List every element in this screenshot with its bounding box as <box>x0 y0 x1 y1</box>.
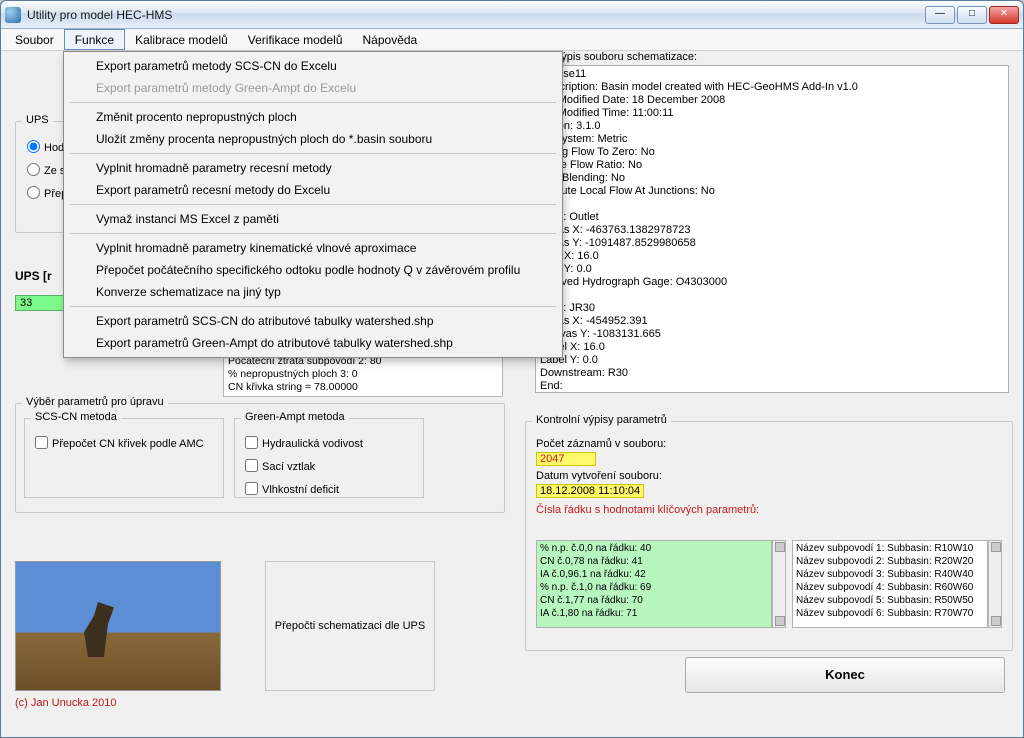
app-window: Utility pro model HEC-HMS — □ ✕ Soubor F… <box>0 0 1024 738</box>
end-button[interactable]: Konec <box>685 657 1005 693</box>
list-item[interactable]: Název subpovodí 2: Subbasin: R20W20 <box>796 555 984 568</box>
menu-separator <box>70 233 556 234</box>
recalc-button[interactable]: Přepočti schematizaci dle UPS <box>265 561 435 691</box>
menubar: Soubor Funkce Kalibrace modelů Verifikac… <box>1 29 1023 51</box>
menu-separator <box>70 153 556 154</box>
close-button[interactable]: ✕ <box>989 6 1019 24</box>
app-icon <box>5 7 21 23</box>
menu-kalibrace[interactable]: Kalibrace modelů <box>125 29 238 50</box>
copyright-label: (c) Jan Unucka 2010 <box>15 697 117 709</box>
key-params-list[interactable]: % n.p. č.0,0 na řádku: 40CN č.0,78 na řá… <box>536 540 772 628</box>
scs-cn-subgroup: SCS-CN metoda Přepočet CN křivek podle A… <box>24 418 224 498</box>
menu-dropdown-item[interactable]: Uložit změny procenta nepropustných ploc… <box>66 128 560 150</box>
key-params-scrollbar[interactable] <box>772 540 786 628</box>
list-item[interactable]: IA č.0,96.1 na řádku: 42 <box>540 568 768 581</box>
control-output-group: Kontrolní výpisy parametrů Počet záznamů… <box>525 421 1013 651</box>
subbasin-scrollbar[interactable] <box>988 540 1002 628</box>
window-title: Utility pro model HEC-HMS <box>27 8 925 22</box>
menu-dropdown-item: Export parametrů metody Green-Ampt do Ex… <box>66 77 560 99</box>
file-date: 18.12.2008 11:10:04 <box>536 484 644 498</box>
list-item[interactable]: CN č.0,78 na řádku: 41 <box>540 555 768 568</box>
list-item[interactable]: Název subpovodí 5: Subbasin: R50W50 <box>796 594 984 607</box>
menu-napoveda[interactable]: Nápověda <box>353 29 428 50</box>
schema-textarea[interactable]: n: Olse11 Description: Basin model creat… <box>535 65 1009 393</box>
menu-dropdown-item[interactable]: Změnit procento nepropustných ploch <box>66 106 560 128</box>
chk-suction[interactable]: Sací vztlak <box>235 454 423 477</box>
menu-soubor[interactable]: Soubor <box>5 29 64 50</box>
list-item[interactable]: Název subpovodí 4: Subbasin: R60W60 <box>796 581 984 594</box>
menu-dropdown-item[interactable]: Vymaž instanci MS Excel z paměti <box>66 208 560 230</box>
list-item: CN křivka string = 78.00000 <box>228 381 498 394</box>
scs-legend: SCS-CN metoda <box>31 411 121 423</box>
titlebar: Utility pro model HEC-HMS — □ ✕ <box>1 1 1023 29</box>
list-item[interactable]: % n.p. č.0,0 na řádku: 40 <box>540 542 768 555</box>
ctrl-legend: Kontrolní výpisy parametrů <box>532 414 671 426</box>
menu-verifikace[interactable]: Verifikace modelů <box>238 29 353 50</box>
menu-separator <box>70 102 556 103</box>
menu-dropdown-item[interactable]: Vyplnit hromadně parametry recesní metod… <box>66 157 560 179</box>
list-item[interactable]: % n.p. č.1,0 na řádku: 69 <box>540 581 768 594</box>
menu-funkce-dropdown: Export parametrů metody SCS-CN do Excelu… <box>63 51 563 358</box>
menu-funkce[interactable]: Funkce <box>64 29 125 50</box>
chk-moisture[interactable]: Vlhkostní deficit <box>235 477 423 500</box>
list-item[interactable]: CN č.1,77 na řádku: 70 <box>540 594 768 607</box>
menu-dropdown-item[interactable]: Přepočet počátečního specifického odtoku… <box>66 259 560 281</box>
ups-value-label: UPS [r <box>15 269 52 283</box>
minimize-button[interactable]: — <box>925 6 955 24</box>
list-item[interactable]: IA č.1,80 na řádku: 71 <box>540 607 768 620</box>
menu-dropdown-item[interactable]: Export parametrů metody SCS-CN do Excelu <box>66 55 560 77</box>
ga-legend: Green-Ampt metoda <box>241 411 349 423</box>
param-legend: Výběr parametrů pro úpravu <box>22 396 168 408</box>
list-item[interactable]: Název subpovodí 3: Subbasin: R40W40 <box>796 568 984 581</box>
chk-amc[interactable]: Přepočet CN křivek podle AMC <box>25 431 223 454</box>
row-numbers-label: Čísla řádku s hodnotami klíčových parame… <box>536 504 1002 516</box>
chk-hydraulic[interactable]: Hydraulická vodivost <box>235 431 423 454</box>
param-select-group: Výběr parametrů pro úpravu SCS-CN metoda… <box>15 403 505 513</box>
menu-dropdown-item[interactable]: Export parametrů SCS-CN do atributové ta… <box>66 310 560 332</box>
menu-dropdown-item[interactable]: Konverze schematizace na jiný typ <box>66 281 560 303</box>
list-item[interactable]: Název subpovodí 6: Subbasin: R70W70 <box>796 607 984 620</box>
record-count: 2047 <box>536 452 596 466</box>
menu-dropdown-item[interactable]: Vyplnit hromadně parametry kinematické v… <box>66 237 560 259</box>
list-item[interactable]: Název subpovodí 1: Subbasin: R10W10 <box>796 542 984 555</box>
decorative-image <box>15 561 221 691</box>
ups-legend: UPS <box>22 114 53 126</box>
menu-dropdown-item[interactable]: Export parametrů recesní metody do Excel… <box>66 179 560 201</box>
menu-separator <box>70 204 556 205</box>
menu-dropdown-item[interactable]: Export parametrů Green-Ampt do atributov… <box>66 332 560 354</box>
list-item: % nepropustných ploch 3: 0 <box>228 368 498 381</box>
menu-separator <box>70 306 556 307</box>
subbasin-list[interactable]: Název subpovodí 1: Subbasin: R10W10Název… <box>792 540 988 628</box>
date-label: Datum vytvoření souboru: <box>536 470 1002 482</box>
maximize-button[interactable]: □ <box>957 6 987 24</box>
green-ampt-subgroup: Green-Ampt metoda Hydraulická vodivost S… <box>234 418 424 498</box>
count-label: Počet záznamů v souboru: <box>536 438 1002 450</box>
